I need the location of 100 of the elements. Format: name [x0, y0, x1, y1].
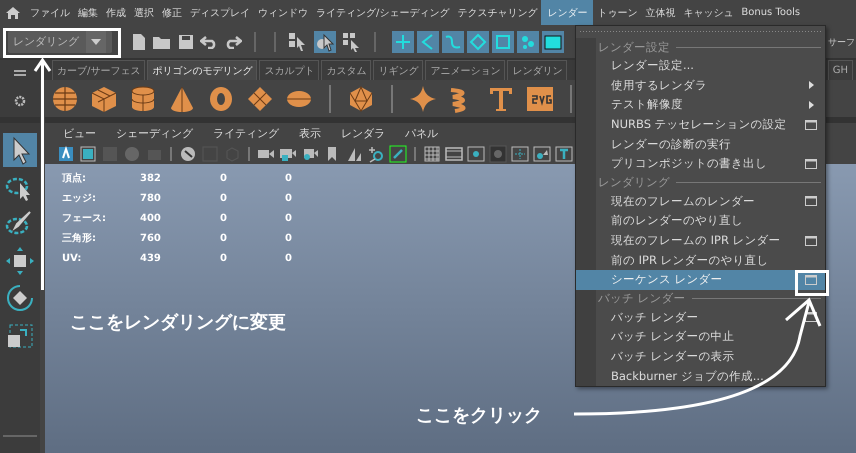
- shelf-tab[interactable]: スカルプト: [259, 60, 320, 80]
- menu-section-title: レンダリング: [598, 175, 670, 190]
- hud-value: 0: [220, 172, 228, 184]
- shelf-tab[interactable]: レンダリン: [507, 60, 568, 80]
- render-menu-item[interactable]: 前の IPR レンダーのやり直し: [576, 250, 825, 270]
- menu-item[interactable]: 修正: [158, 0, 186, 25]
- pencil-icon[interactable]: [389, 144, 407, 162]
- hud-value: 0: [220, 252, 228, 264]
- menu-item[interactable]: トゥーン: [593, 0, 642, 25]
- undo-icon[interactable]: [200, 34, 218, 48]
- option-box-icon[interactable]: [805, 196, 817, 206]
- menu-item[interactable]: Bonus Tools: [737, 0, 804, 25]
- select-hierarchy-icon[interactable]: [288, 32, 308, 52]
- hud-value: 0: [285, 172, 293, 184]
- menu-item[interactable]: 編集: [74, 0, 102, 25]
- menu-item[interactable]: 選択: [130, 0, 158, 25]
- hud-value: 0: [220, 192, 228, 204]
- hud-value: 0: [285, 252, 293, 264]
- annotation-text: ここをクリック: [416, 404, 542, 427]
- render-menu-item[interactable]: プリコンポジットの書き出し: [576, 154, 825, 174]
- hud-value: 0: [285, 212, 293, 224]
- safe-title-icon[interactable]: [555, 144, 573, 162]
- hud-value: 382: [140, 172, 162, 184]
- render-menu-item[interactable]: バッチ レンダーの表示: [576, 346, 825, 366]
- menu-item[interactable]: 作成: [102, 0, 130, 25]
- render-menu-item[interactable]: Backburner ジョブの作成...: [576, 366, 825, 386]
- hud-value: 0: [285, 192, 293, 204]
- option-box-icon[interactable]: [805, 236, 817, 246]
- annotation-text: ここをレンダリングに変更: [70, 311, 286, 334]
- safe-action-icon[interactable]: [533, 144, 551, 162]
- menu-item[interactable]: テクスチャリング: [453, 0, 542, 25]
- submenu-arrow-icon: [808, 100, 814, 109]
- menu-item[interactable]: ウィンドウ: [254, 0, 312, 25]
- shelf-tab[interactable]: カーブ/サーフェス: [52, 60, 146, 80]
- hud-label: UV:: [61, 252, 82, 264]
- option-box-icon[interactable]: [805, 312, 817, 322]
- render-menu-item[interactable]: 使用するレンダラ: [576, 76, 825, 96]
- frame-icon[interactable]: [79, 144, 97, 162]
- shelf-tab[interactable]: ポリゴンのモデリング: [147, 60, 258, 80]
- settings-icon[interactable]: [14, 95, 26, 108]
- hud-label: フェース:: [61, 212, 107, 225]
- panel-menu-item[interactable]: レンダラ: [331, 126, 395, 140]
- render-menu-item[interactable]: 現在のフレームの IPR レンダー: [576, 230, 825, 250]
- home-icon[interactable]: [6, 6, 20, 20]
- menu-item[interactable]: ファイル: [26, 0, 74, 25]
- camera-attr-icon[interactable]: [57, 144, 75, 162]
- render-menu-item[interactable]: バッチ レンダーの中止: [576, 327, 825, 347]
- render-menu-item[interactable]: 前のレンダーのやり直し: [576, 211, 825, 231]
- panel-menu-item[interactable]: シェーディング: [106, 126, 203, 140]
- grid-icon[interactable]: [423, 144, 441, 162]
- resolution-gate-icon[interactable]: [467, 144, 485, 162]
- hud-value: 0: [285, 232, 293, 244]
- hud-value: 780: [140, 192, 162, 204]
- shelf-tab[interactable]: リギング: [373, 60, 424, 80]
- shelf-tab[interactable]: カスタム: [321, 60, 372, 80]
- film-gate-icon[interactable]: [445, 144, 463, 162]
- select-component-icon[interactable]: [342, 32, 362, 52]
- panel-menu-item[interactable]: ビュー: [53, 126, 106, 140]
- tool-button[interactable]: [3, 133, 37, 167]
- render-menu-item[interactable]: NURBS テッセレーションの設定: [576, 114, 825, 134]
- menu-section-title: バッチ レンダー: [598, 291, 686, 306]
- collapse-icon[interactable]: [14, 70, 26, 76]
- field-chart-icon[interactable]: [511, 144, 529, 162]
- render-menu-item[interactable]: バッチ レンダー: [576, 308, 825, 328]
- rotate-tool-icon: [4, 282, 36, 314]
- hud-value: 0: [220, 212, 228, 224]
- hud-value: 760: [140, 232, 162, 244]
- hud-label: エッジ:: [61, 192, 97, 205]
- render-menu-item[interactable]: 現在のフレームのレンダー: [576, 192, 825, 212]
- menu-item[interactable]: キャッシュ: [679, 0, 738, 25]
- caret-icon: [91, 38, 101, 44]
- panel-menu-item[interactable]: 表示: [289, 126, 331, 140]
- shelf-tab[interactable]: アニメーション: [425, 60, 506, 80]
- redo-icon[interactable]: [224, 34, 242, 48]
- move-tool-icon: [4, 245, 36, 277]
- save-icon[interactable]: [178, 34, 194, 50]
- option-box-icon[interactable]: [805, 158, 817, 169]
- render-menu-item[interactable]: レンダー設定...: [576, 56, 825, 76]
- hud-label: 頂点:: [60, 172, 87, 185]
- submenu-arrow-icon: [808, 81, 814, 90]
- option-box-icon[interactable]: [805, 120, 817, 130]
- menu-item[interactable]: レンダー: [541, 0, 594, 25]
- menu-item[interactable]: ライティング/シェーディング: [312, 0, 454, 25]
- zoom-icon[interactable]: [367, 144, 385, 162]
- render-menu-item[interactable]: シーケンス レンダー: [576, 270, 825, 290]
- menu-section-title: レンダー設定: [598, 40, 670, 54]
- mode-dropdown[interactable]: レンダリング: [8, 30, 112, 52]
- menu-item[interactable]: ディスプレイ: [186, 0, 254, 25]
- render-menu-item[interactable]: レンダーの診断の実行: [576, 134, 825, 154]
- render-menu-item[interactable]: テスト解像度: [576, 95, 825, 115]
- shelf-tab[interactable]: GH: [828, 60, 853, 80]
- panel-menu-item[interactable]: パネル: [395, 126, 448, 140]
- hud-value: 0: [220, 232, 228, 244]
- menu-item[interactable]: 立体視: [641, 0, 680, 25]
- highlight-frame: [795, 270, 829, 296]
- new-file-icon[interactable]: [132, 32, 146, 50]
- hud-value: 400: [140, 212, 162, 224]
- hud-value: 439: [140, 252, 162, 264]
- hud-label: 三角形:: [61, 232, 97, 245]
- panel-menu-item[interactable]: ライティング: [203, 126, 289, 140]
